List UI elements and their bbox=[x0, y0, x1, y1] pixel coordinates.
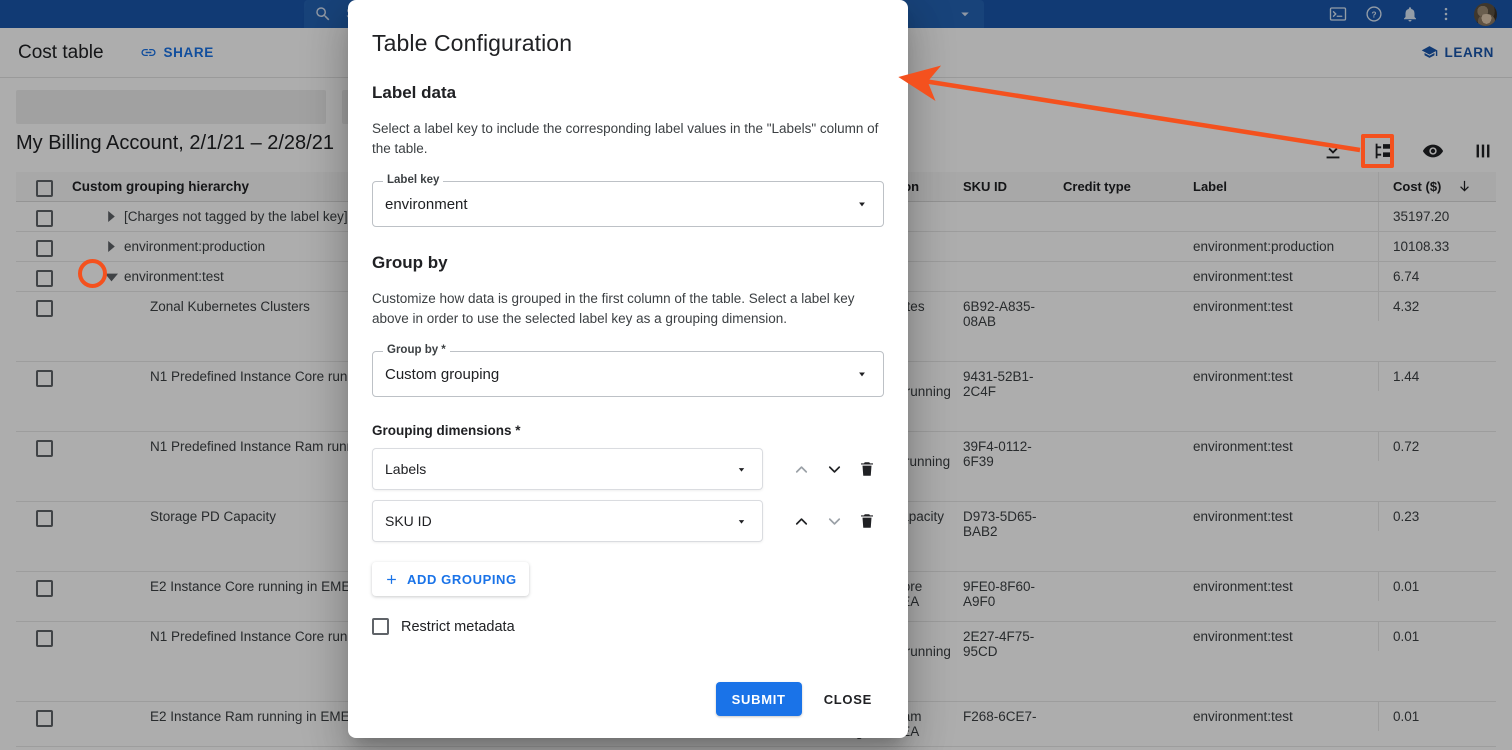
group-by-field-label: Group by * bbox=[383, 344, 450, 356]
grouping-dimension-row: SKU ID bbox=[372, 500, 884, 542]
move-down-button[interactable] bbox=[818, 452, 851, 486]
move-down-button[interactable] bbox=[818, 504, 851, 538]
restrict-metadata-checkbox[interactable] bbox=[372, 618, 389, 635]
trash-icon bbox=[858, 512, 876, 530]
grouping-dimension-row: Labels bbox=[372, 448, 884, 490]
chevron-down-icon bbox=[855, 367, 869, 381]
delete-grouping-button[interactable] bbox=[851, 504, 884, 538]
grouping-dimension-select[interactable]: Labels bbox=[372, 448, 763, 490]
dialog-actions: SUBMIT CLOSE bbox=[372, 682, 884, 716]
submit-button[interactable]: SUBMIT bbox=[716, 682, 802, 716]
restrict-metadata-row[interactable]: Restrict metadata bbox=[372, 618, 884, 635]
label-key-select[interactable]: Label key environment bbox=[372, 181, 884, 227]
chevron-up-icon bbox=[792, 512, 811, 531]
restrict-metadata-label: Restrict metadata bbox=[401, 619, 515, 635]
chevron-down-icon bbox=[735, 463, 748, 476]
delete-grouping-button[interactable] bbox=[851, 452, 884, 486]
grouping-dimensions-list: Labels SKU ID bbox=[372, 438, 884, 542]
chevron-down-icon bbox=[855, 197, 869, 211]
chevron-up-icon bbox=[792, 460, 811, 479]
add-grouping-label: ADD GROUPING bbox=[407, 572, 517, 587]
chevron-down-icon bbox=[735, 515, 748, 528]
grouping-dimension-select[interactable]: SKU ID bbox=[372, 500, 763, 542]
grouping-dimension-value: SKU ID bbox=[385, 513, 432, 529]
move-up-button[interactable] bbox=[785, 504, 818, 538]
label-data-heading: Label data bbox=[372, 83, 884, 103]
grouping-dimensions-label: Grouping dimensions * bbox=[372, 423, 884, 438]
group-by-value: Custom grouping bbox=[385, 366, 499, 383]
group-by-description: Customize how data is grouped in the fir… bbox=[372, 289, 884, 329]
add-grouping-button[interactable]: ADD GROUPING bbox=[372, 562, 529, 596]
close-button[interactable]: CLOSE bbox=[812, 682, 884, 716]
label-key-value: environment bbox=[385, 196, 468, 213]
dialog-title: Table Configuration bbox=[372, 30, 884, 57]
table-configuration-dialog: Table Configuration Label data Select a … bbox=[348, 0, 908, 738]
label-key-field-label: Label key bbox=[383, 174, 443, 186]
move-up-button[interactable] bbox=[785, 452, 818, 486]
group-by-select[interactable]: Group by * Custom grouping bbox=[372, 351, 884, 397]
chevron-down-icon bbox=[825, 512, 844, 531]
plus-icon bbox=[384, 572, 399, 587]
label-data-description: Select a label key to include the corres… bbox=[372, 119, 884, 159]
screen: Search products and resources ? bbox=[0, 0, 1512, 750]
trash-icon bbox=[858, 460, 876, 478]
chevron-down-icon bbox=[825, 460, 844, 479]
group-by-heading: Group by bbox=[372, 253, 884, 273]
grouping-dimension-value: Labels bbox=[385, 461, 426, 477]
